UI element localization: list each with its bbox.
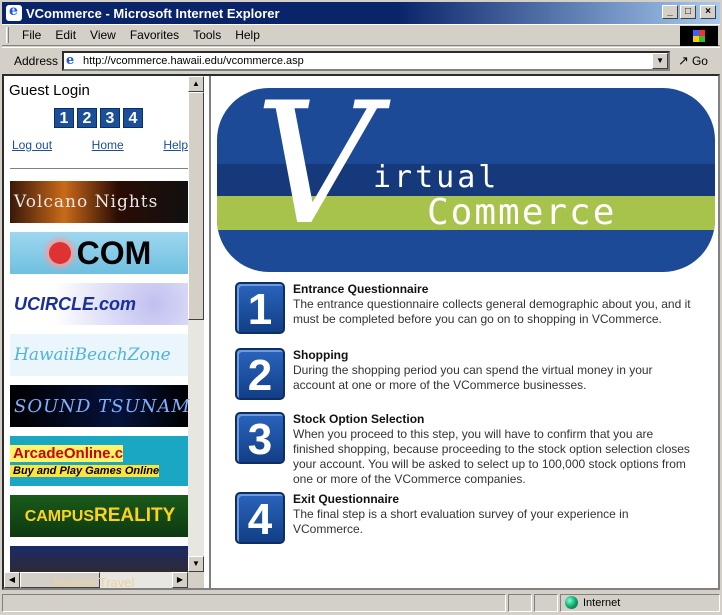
- ad-tsunami-text: SOUND TSUNAMI: [14, 395, 190, 417]
- scroll-right-button[interactable]: ▶: [172, 572, 188, 588]
- step-link-2[interactable]: 2: [77, 108, 97, 128]
- scroll-down-button[interactable]: ▼: [188, 556, 204, 572]
- left-frame: Guest Login 1 2 3 4 Log out Home Help Vo…: [4, 76, 211, 588]
- ad-arcade-online[interactable]: ArcadeOnline.c Buy and Play Games Online: [10, 436, 190, 486]
- ad-com-text: COM: [76, 234, 152, 271]
- logout-link[interactable]: Log out: [12, 138, 52, 152]
- business-banner-list: Volcano Nights COM UCIRCLE.com HawaiiBea…: [10, 181, 190, 588]
- step-link-1[interactable]: 1: [54, 108, 74, 128]
- address-url[interactable]: http://vcommerce.hawaii.edu/vcommerce.as…: [83, 55, 304, 67]
- menu-file[interactable]: File: [15, 28, 48, 42]
- ad-ucircle-text: UCIRCLE.com: [14, 293, 137, 314]
- step-1-title[interactable]: Entrance Questionnaire: [293, 282, 693, 297]
- banner-word-commerce: Commerce: [427, 192, 617, 233]
- status-zone-pane: Internet: [560, 593, 720, 612]
- ad-arcade-title: ArcadeOnline.c: [10, 445, 124, 462]
- ad-campus-text: CAMPUSREALITY: [25, 505, 176, 527]
- step-4-number-icon[interactable]: 4: [235, 492, 285, 544]
- status-bar: Internet: [2, 592, 720, 613]
- step-3-body: Stock Option Selection When you proceed …: [293, 412, 693, 487]
- menu-help[interactable]: Help: [228, 28, 267, 42]
- step-link-4[interactable]: 4: [123, 108, 143, 128]
- globe-icon: [565, 596, 578, 609]
- step-1-body: Entrance Questionnaire The entrance ques…: [293, 282, 693, 327]
- ad-ucircle[interactable]: UCIRCLE.com: [10, 283, 190, 325]
- ad-arcade-tagline: Buy and Play Games Online: [10, 465, 160, 477]
- ad-volcano-nights[interactable]: Volcano Nights: [10, 181, 190, 223]
- step-4-body: Exit Questionnaire The final step is a s…: [293, 492, 693, 537]
- home-link[interactable]: Home: [92, 138, 124, 152]
- maximize-button[interactable]: □: [680, 5, 696, 19]
- menu-favorites[interactable]: Favorites: [123, 28, 186, 42]
- window-title: VCommerce - Microsoft Internet Explorer: [26, 5, 280, 21]
- step-1-description: The entrance questionnaire collects gene…: [293, 297, 691, 326]
- help-link[interactable]: Help: [163, 138, 188, 152]
- go-arrow-icon: ↗: [678, 52, 689, 68]
- ad-travel-text: Auction Travel: [52, 574, 135, 589]
- go-label: Go: [691, 53, 708, 68]
- step-3-title[interactable]: Stock Option Selection: [293, 412, 693, 427]
- scrollbar-corner: [188, 572, 204, 588]
- main-frame: V irtual Commerce 1 Entrance Questionnai…: [213, 76, 718, 588]
- browser-viewport: Guest Login 1 2 3 4 Log out Home Help Vo…: [2, 74, 720, 590]
- ad-sound-tsunami[interactable]: SOUND TSUNAMI: [10, 385, 190, 427]
- status-text-pane: [2, 593, 506, 612]
- login-title: Guest Login: [9, 82, 90, 99]
- scroll-up-button[interactable]: ▲: [188, 76, 204, 92]
- divider: [10, 168, 190, 170]
- step-1-number-icon[interactable]: 1: [235, 282, 285, 334]
- virtual-commerce-banner: V irtual Commerce: [217, 88, 715, 272]
- banner-word-virtual: irtual: [373, 160, 500, 195]
- ad-com[interactable]: COM: [10, 232, 190, 274]
- page-icon: e: [66, 52, 75, 68]
- go-button[interactable]: ↗ Go: [678, 53, 708, 69]
- left-vertical-scrollbar[interactable]: ▲ ▼: [188, 76, 204, 572]
- address-label: Address: [14, 53, 59, 68]
- step-2-description: During the shopping period you can spend…: [293, 363, 653, 392]
- minimize-button[interactable]: _: [662, 5, 678, 19]
- nav-links: Log out Home Help: [12, 138, 188, 152]
- red-dot-icon: [48, 242, 71, 264]
- step-4-description: The final step is a short evaluation sur…: [293, 507, 629, 536]
- ad-campus-reality[interactable]: CAMPUSREALITY: [10, 495, 190, 537]
- scroll-thumb-vertical[interactable]: [188, 92, 204, 320]
- address-input[interactable]: e http://vcommerce.hawaii.edu/vcommerce.…: [62, 50, 671, 71]
- address-bar: Address e http://vcommerce.hawaii.edu/vc…: [2, 47, 720, 73]
- banner-letter-v: V: [255, 88, 377, 262]
- ad-campus-big: REALITY: [94, 505, 176, 526]
- status-pane-3: [534, 593, 558, 612]
- menu-tools[interactable]: Tools: [186, 28, 228, 42]
- ad-campus-small: CAMPUS: [24, 508, 95, 525]
- windows-logo-icon: [680, 26, 718, 46]
- step-2-number-icon[interactable]: 2: [235, 348, 285, 400]
- step-4-title[interactable]: Exit Questionnaire: [293, 492, 693, 507]
- menu-view[interactable]: View: [83, 28, 123, 42]
- address-dropdown-button[interactable]: ▼: [652, 52, 669, 69]
- ad-hawaii-beach-zone[interactable]: HawaiiBeachZone: [10, 334, 190, 376]
- step-2-body: Shopping During the shopping period you …: [293, 348, 693, 393]
- menu-bar: File Edit View Favorites Tools Help: [2, 24, 720, 46]
- title-bar: VCommerce - Microsoft Internet Explorer …: [0, 0, 722, 24]
- toolbar-grip[interactable]: [6, 27, 9, 43]
- step-2-title[interactable]: Shopping: [293, 348, 693, 363]
- status-zone-label: Internet: [583, 596, 621, 609]
- step-number-links: 1 2 3 4: [54, 108, 143, 128]
- step-3-number-icon[interactable]: 3: [235, 412, 285, 464]
- step-3-description: When you proceed to this step, you will …: [293, 427, 690, 486]
- step-link-3[interactable]: 3: [100, 108, 120, 128]
- close-button[interactable]: ×: [700, 5, 716, 19]
- menu-edit[interactable]: Edit: [48, 28, 83, 42]
- status-pane-2: [508, 593, 532, 612]
- ad-volcano-text: Volcano Nights: [14, 192, 159, 212]
- window-controls: _ □ ×: [662, 5, 716, 19]
- ie-logo-icon: [6, 3, 22, 21]
- ad-hawaii-text: HawaiiBeachZone: [14, 345, 171, 365]
